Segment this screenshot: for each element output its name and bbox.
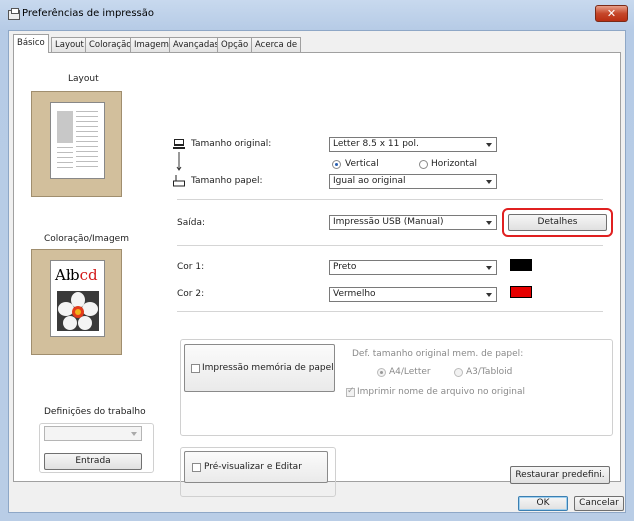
color-image-heading: Coloração/Imagem	[44, 234, 129, 244]
output-label: Saída:	[177, 218, 205, 228]
paper-memory-checkbox[interactable]	[191, 364, 200, 373]
horizontal-label: Horizontal	[431, 159, 477, 169]
ok-button[interactable]: OK	[518, 496, 568, 511]
tab-basico[interactable]: Básico	[13, 34, 49, 53]
horizontal-radio[interactable]	[419, 160, 428, 169]
monitor-icon	[173, 139, 185, 149]
tab-opcao[interactable]: Opção	[217, 37, 253, 52]
text-lines	[76, 111, 98, 169]
color2-label: Cor 2:	[177, 289, 205, 299]
tab-layout[interactable]: Layout	[51, 37, 88, 52]
color1-select[interactable]: Preto	[329, 260, 497, 275]
color1-value: Preto	[333, 262, 357, 272]
paper-size-label: Tamanho papel:	[191, 176, 263, 186]
layout-heading: Layout	[68, 74, 99, 84]
entrada-button[interactable]: Entrada	[44, 453, 142, 470]
output-select[interactable]: Impressão USB (Manual)	[329, 215, 497, 230]
paper-size-select[interactable]: Igual ao original	[329, 174, 497, 189]
text-lines-bottom	[57, 147, 73, 169]
color2-select[interactable]: Vermelho	[329, 287, 497, 302]
title-bar: Preferências de impressão ✕	[0, 0, 634, 28]
a3-tabloid-radio[interactable]	[454, 368, 463, 377]
color2-swatch	[510, 286, 532, 298]
chevron-down-icon	[486, 180, 492, 184]
layout-preview	[31, 91, 122, 197]
restore-defaults-button[interactable]: Restaurar predefini.	[510, 466, 610, 484]
preview-edit-label: Pré-visualizar e Editar	[204, 462, 302, 472]
job-settings-heading: Definições do trabalho	[44, 407, 146, 417]
chevron-down-icon	[486, 221, 492, 225]
vertical-label: Vertical	[345, 159, 379, 169]
separator	[177, 311, 603, 312]
details-button[interactable]: Detalhes	[508, 214, 607, 231]
tab-acerca-de[interactable]: Acerca de	[251, 37, 302, 52]
flower-icon	[57, 291, 99, 331]
vertical-radio[interactable]	[332, 160, 341, 169]
paper-memory-label: Impressão memória de papel	[202, 363, 334, 373]
window-title: Preferências de impressão	[22, 8, 155, 19]
original-size-value: Letter 8.5 x 11 pol.	[333, 139, 419, 149]
separator	[177, 199, 603, 200]
chevron-down-icon	[131, 432, 137, 436]
image-block	[57, 111, 73, 143]
a4-letter-radio[interactable]	[377, 368, 386, 377]
tab-imagem[interactable]: Imagem	[130, 37, 173, 52]
print-filename-checkbox[interactable]	[346, 386, 355, 397]
paper-size-value: Igual ao original	[333, 176, 406, 186]
a3-tabloid-label: A3/Tabloid	[466, 367, 513, 377]
sample-text-red: bcd	[70, 266, 98, 284]
paper-icon	[173, 175, 185, 187]
tab-panel-basico: Layout Coloração/Imagem Abcd bcd	[13, 52, 621, 497]
dialog-client: Básico Layout Coloração Imagem Avançadas…	[8, 30, 626, 513]
color-page-thumbnail: Abcd bcd	[50, 260, 105, 337]
job-settings-select[interactable]	[44, 426, 142, 441]
original-size-select[interactable]: Letter 8.5 x 11 pol.	[329, 137, 497, 152]
tab-coloracao[interactable]: Coloração	[85, 37, 136, 52]
preview-edit-toggle[interactable]: Pré-visualizar e Editar	[184, 451, 328, 483]
page-thumbnail	[50, 102, 105, 179]
close-button[interactable]: ✕	[595, 5, 628, 22]
paper-memory-toggle[interactable]: Impressão memória de papel	[184, 344, 335, 392]
chevron-down-icon	[486, 266, 492, 270]
chevron-down-icon	[486, 143, 492, 147]
preview-edit-checkbox[interactable]	[192, 463, 201, 472]
separator	[177, 245, 603, 246]
arrow-down-icon	[176, 152, 182, 171]
color2-value: Vermelho	[333, 289, 376, 299]
color-preview: Abcd bcd	[31, 249, 122, 355]
output-value: Impressão USB (Manual)	[333, 217, 444, 227]
chevron-down-icon	[486, 293, 492, 297]
printer-icon	[8, 8, 20, 20]
print-filename-label: Imprimir nome de arquivo no original	[357, 387, 526, 397]
mem-size-label: Def. tamanho original mem. de papel:	[352, 349, 524, 359]
a4-letter-label: A4/Letter	[389, 367, 431, 377]
color1-swatch	[510, 259, 532, 271]
color1-label: Cor 1:	[177, 262, 205, 272]
cancel-button[interactable]: Cancelar	[574, 496, 624, 511]
original-size-label: Tamanho original:	[191, 139, 272, 149]
tab-avancadas[interactable]: Avançadas	[169, 37, 223, 52]
